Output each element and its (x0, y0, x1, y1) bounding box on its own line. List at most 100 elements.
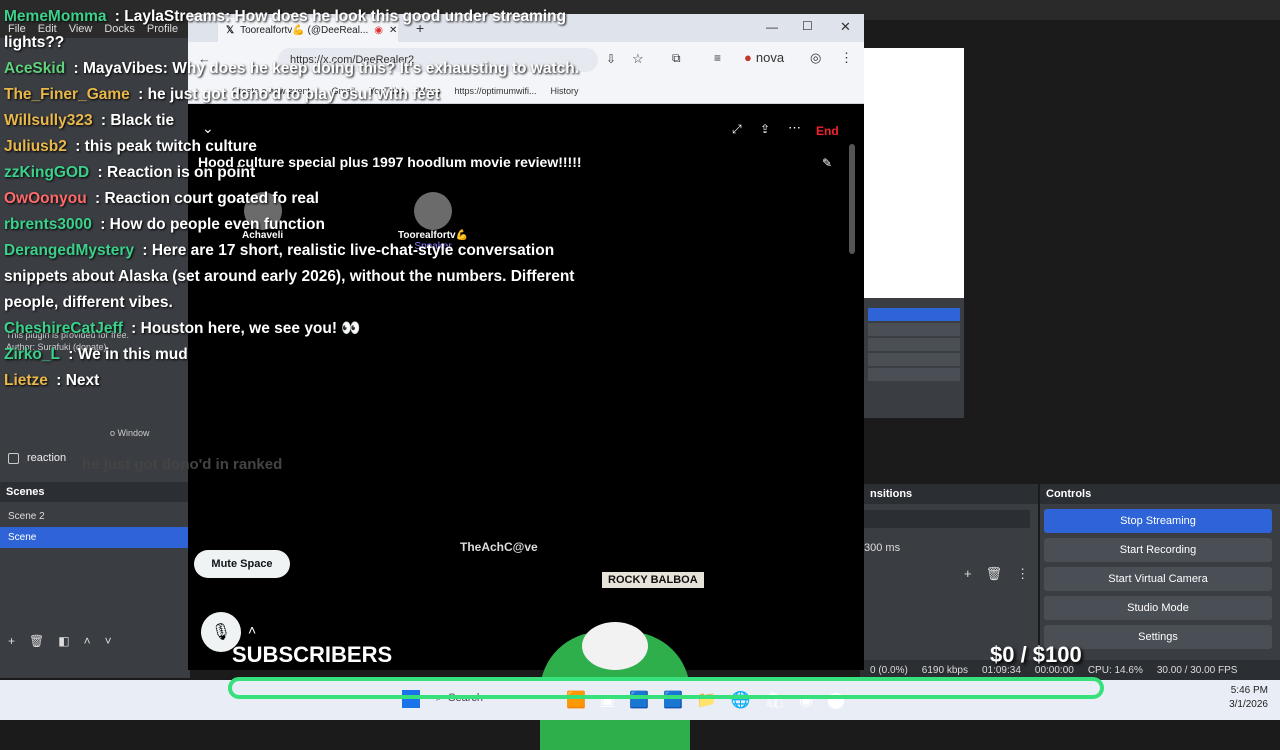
mini-stop-streaming (868, 308, 960, 321)
chat-text: he just got dono'd to play osu! with fee… (147, 86, 440, 103)
transition-select[interactable] (864, 510, 1030, 528)
chat-username: DerangedMystery (4, 242, 135, 259)
studio-mode-button[interactable]: Studio Mode (1044, 596, 1272, 620)
add-icon[interactable]: + (8, 634, 15, 648)
edit-icon[interactable]: ✎ (822, 156, 832, 170)
chevron-up-icon[interactable]: ˄ (84, 634, 91, 648)
chat-separator: : (93, 164, 108, 181)
chat-username: MemeMomma (4, 8, 107, 25)
filter-icon[interactable]: ◧ (58, 634, 69, 648)
reaction-source[interactable]: reaction (8, 452, 66, 464)
chat-username: rbrents3000 (4, 216, 92, 233)
chat-username: Juliusb2 (4, 138, 67, 155)
mini-virtual-camera (868, 338, 960, 351)
chat-message: Lietze : Next (4, 368, 604, 394)
ghost-chat-text: he just got dono'd in ranked (82, 456, 283, 473)
chat-message: Juliusb2 : this peak twitch culture (4, 134, 604, 160)
chat-message: zzKingGOD : Reaction is on point (4, 160, 604, 186)
donation-goal: $0 / $100 (990, 642, 1082, 667)
webcam-sign: TheAchC@ve (460, 540, 538, 554)
chat-separator: : (90, 190, 105, 207)
media-icon[interactable]: ≡ (714, 51, 721, 65)
minimize-icon[interactable]: — (766, 20, 778, 34)
trash-icon[interactable]: 🗑 (29, 634, 44, 648)
chat-username: Zirko_L (4, 346, 60, 363)
menu-icon[interactable]: ⋮ (840, 50, 853, 66)
chat-username: The_Finer_Game (4, 86, 130, 103)
scenes-header: Scenes (0, 482, 190, 502)
more-icon[interactable]: ⋯ (788, 120, 801, 136)
scene-toolbar: + 🗑 ◧ ˄ ˅ (8, 634, 112, 648)
chat-text: Black tie (110, 112, 175, 129)
extensions-icon[interactable]: ⧉ (672, 51, 681, 66)
more-icon[interactable]: ⋮ (1016, 566, 1029, 582)
profile-dot-icon: ● (744, 50, 752, 65)
share-icon[interactable]: ⇪ (760, 122, 770, 136)
status-drop: 0 (0.0%) (870, 664, 908, 676)
close-icon[interactable]: ✕ (840, 19, 851, 35)
chevron-down-icon[interactable]: ˅ (105, 634, 112, 648)
profile-chip[interactable]: ● nova (744, 50, 784, 65)
chat-message: Willsully323 : Black tie (4, 108, 604, 134)
chat-username: Willsully323 (4, 112, 93, 129)
mini-obs-controls (864, 298, 964, 418)
mini-obs-preview (864, 48, 964, 418)
chat-username: AceSkid (4, 60, 66, 77)
controls-header: Controls (1040, 484, 1280, 504)
add-icon[interactable]: + (964, 566, 972, 582)
star-icon[interactable]: ☆ (632, 51, 644, 67)
chat-separator: : (70, 138, 85, 155)
stop-streaming-button[interactable]: Stop Streaming (1044, 509, 1272, 533)
mute-space-button[interactable]: Mute Space (194, 550, 290, 578)
chat-separator: : (110, 8, 125, 25)
chevron-up-icon[interactable]: ˄ (248, 622, 256, 638)
clock-date: 3/1/2026 (1229, 699, 1268, 710)
system-tray[interactable]: 5:46 PM 3/1/2026 (1229, 684, 1268, 712)
scene-item-scene-2[interactable]: Scene 2 (0, 506, 190, 527)
chat-username: zzKingGOD (4, 164, 90, 181)
chat-separator: : (63, 346, 78, 363)
chat-message: rbrents3000 : How do people even functio… (4, 212, 604, 238)
chat-message: AceSkid : MayaVibes: Why does he keep do… (4, 56, 604, 82)
chat-text: We in this mud (77, 346, 188, 363)
maximize-icon[interactable]: ☐ (802, 19, 813, 33)
reaction-label: reaction (27, 452, 67, 464)
account-icon[interactable]: ◎ (810, 50, 821, 66)
install-icon[interactable]: ⇩ (606, 52, 616, 66)
start-recording-button[interactable]: Start Recording (1044, 538, 1272, 562)
person-head (582, 622, 648, 670)
mini-start-recording (868, 323, 960, 336)
chat-separator: : (51, 372, 66, 389)
chat-separator: : (69, 60, 83, 77)
checkbox-icon (8, 452, 19, 464)
chat-message: OwOonyou : Reaction court goated fo real (4, 186, 604, 212)
clock-time: 5:46 PM (1230, 685, 1268, 696)
chat-message: CheshireCatJeff : Houston here, we see y… (4, 316, 604, 342)
chat-username: Lietze (4, 372, 48, 389)
chat-username: OwOonyou (4, 190, 87, 207)
start-virtual-camera-button[interactable]: Start Virtual Camera (1044, 567, 1272, 591)
end-space-button[interactable]: End (816, 124, 839, 138)
chat-separator: : (138, 242, 152, 259)
profile-name: nova (755, 50, 785, 65)
scene-item-scene[interactable]: Scene (0, 527, 190, 548)
expand-icon[interactable]: ⤢ (732, 122, 742, 137)
chat-username: CheshireCatJeff (4, 320, 123, 337)
mini-settings (868, 368, 960, 381)
chat-separator: : (126, 320, 141, 337)
chat-text: Next (65, 372, 100, 389)
status-cpu: CPU: 14.6% (1087, 664, 1143, 676)
transition-duration[interactable]: 300 ms (864, 542, 900, 554)
alert-border (228, 677, 1104, 699)
chat-message: DerangedMystery : Here are 17 short, rea… (4, 238, 604, 316)
chat-text: MayaVibes: Why does he keep doing this? … (82, 60, 579, 77)
chat-text: this peak twitch culture (84, 138, 257, 155)
chat-text: Reaction court goated fo real (104, 190, 319, 207)
chat-separator: : (96, 112, 111, 129)
chat-separator: : (133, 86, 148, 103)
scrollbar[interactable] (849, 144, 855, 254)
trash-icon[interactable]: 🗑 (986, 566, 1003, 582)
chat-text: How do people even function (109, 216, 325, 233)
chat-message: Zirko_L : We in this mud (4, 342, 604, 368)
window-label: o Window (110, 428, 150, 438)
